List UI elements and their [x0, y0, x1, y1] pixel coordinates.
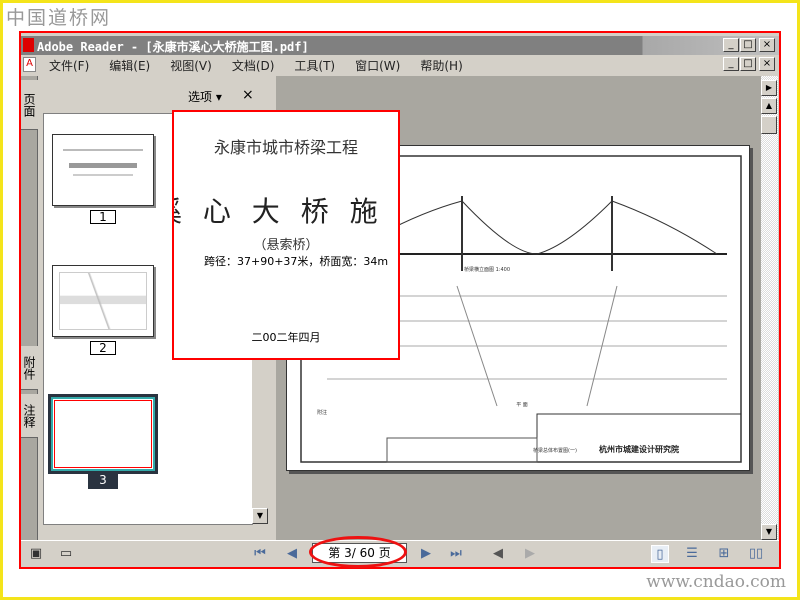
scroll-down-icon[interactable]: ▼ [252, 508, 268, 524]
tab-comments[interactable]: 注释 [21, 394, 38, 438]
tab-attachments[interactable]: 附件 [21, 346, 38, 390]
site-logo-watermark: 中国道桥网 [6, 7, 112, 29]
facing-icon[interactable]: ▯▯ [747, 545, 765, 563]
menu-tools[interactable]: 工具(T) [284, 57, 345, 74]
plan-label: 平 面 [516, 402, 528, 408]
project-name: 永康市城市桥梁工程 [213, 138, 358, 157]
sheet-title: 桥梁总体布置图(一) [533, 447, 577, 454]
scroll-thumb[interactable] [761, 116, 777, 134]
options-menu[interactable]: 选项 ▾ [188, 88, 222, 105]
thumbnail-label-1: 1 [90, 210, 116, 224]
document-scrollbar[interactable]: ▶ ▲ ▼ [761, 76, 778, 540]
drawing-title: 溪 心 大 桥 施 工 [174, 195, 398, 228]
tab-pages[interactable]: 页面 [21, 80, 38, 130]
menu-help[interactable]: 帮助(H) [410, 57, 472, 74]
drawing-spec: 跨径：37+90+37米，桥面宽：34m [204, 255, 389, 268]
scroll-down-icon[interactable]: ▼ [761, 524, 777, 540]
page-size-icon[interactable]: ▭ [57, 545, 75, 563]
adobe-logo-icon [23, 38, 34, 52]
page-preview-popup: 永康市城市桥梁工程 溪 心 大 桥 施 工 （悬索桥） 跨径：37+90+37米… [172, 110, 400, 360]
menu-document[interactable]: 文档(D) [222, 57, 285, 74]
drawing-subtitle: （悬索桥） [253, 238, 319, 253]
thumbnail-page-3-selected[interactable] [48, 394, 158, 474]
drawing-date: 二00二年四月 [251, 331, 321, 344]
title-bar: Adobe Reader - [永康市溪心大桥施工图.pdf] [21, 36, 779, 55]
menu-view[interactable]: 视图(V) [160, 57, 222, 74]
thumbnail-label-3: 3 [88, 472, 118, 489]
navigation-tabs: 页面 附件 注释 [21, 76, 38, 540]
menu-file[interactable]: 文件(F) [39, 57, 99, 74]
notes-label: 附注 [317, 409, 327, 416]
pdf-doc-icon: A [23, 57, 36, 72]
site-url-watermark: www.cndao.com [646, 572, 786, 592]
maximize-button[interactable]: □ [740, 38, 756, 52]
thumbnail-label-2: 2 [90, 341, 116, 355]
elevation-label: 桥梁横立面图 1:400 [464, 266, 510, 273]
close-button[interactable]: × [759, 38, 775, 52]
next-page-icon[interactable]: ▶ [417, 545, 435, 563]
institute-name: 杭州市城建设计研究院 [599, 444, 679, 454]
minimize-button[interactable]: _ [723, 38, 739, 52]
menu-window[interactable]: 窗口(W) [345, 57, 410, 74]
go-back-icon[interactable]: ◀ [489, 545, 507, 563]
pane-toggle-icon[interactable]: ▣ [27, 545, 45, 563]
continuous-icon[interactable]: ☰ [683, 545, 701, 563]
thumbnail-page-2[interactable] [52, 265, 154, 337]
panel-close-icon[interactable]: × [242, 87, 254, 103]
highlight-ellipse [309, 536, 407, 568]
scroll-up-icon[interactable]: ▲ [761, 98, 777, 114]
menu-edit[interactable]: 编辑(E) [99, 57, 160, 74]
single-page-icon[interactable]: ▯ [651, 545, 669, 563]
thumbnail-page-1[interactable] [52, 134, 154, 206]
last-page-icon[interactable]: ⏭ [447, 545, 465, 563]
window-title: Adobe Reader - [永康市溪心大桥施工图.pdf] [37, 40, 309, 54]
previous-page-icon[interactable]: ◀ [283, 545, 301, 563]
menu-bar: A 文件(F) 编辑(E) 视图(V) 文档(D) 工具(T) 窗口(W) 帮助… [21, 55, 779, 75]
go-forward-icon[interactable]: ▶ [521, 545, 539, 563]
first-page-icon[interactable]: ⏮ [251, 545, 269, 563]
continuous-facing-icon[interactable]: ⊞ [715, 545, 733, 563]
page-right-icon[interactable]: ▶ [761, 80, 777, 96]
